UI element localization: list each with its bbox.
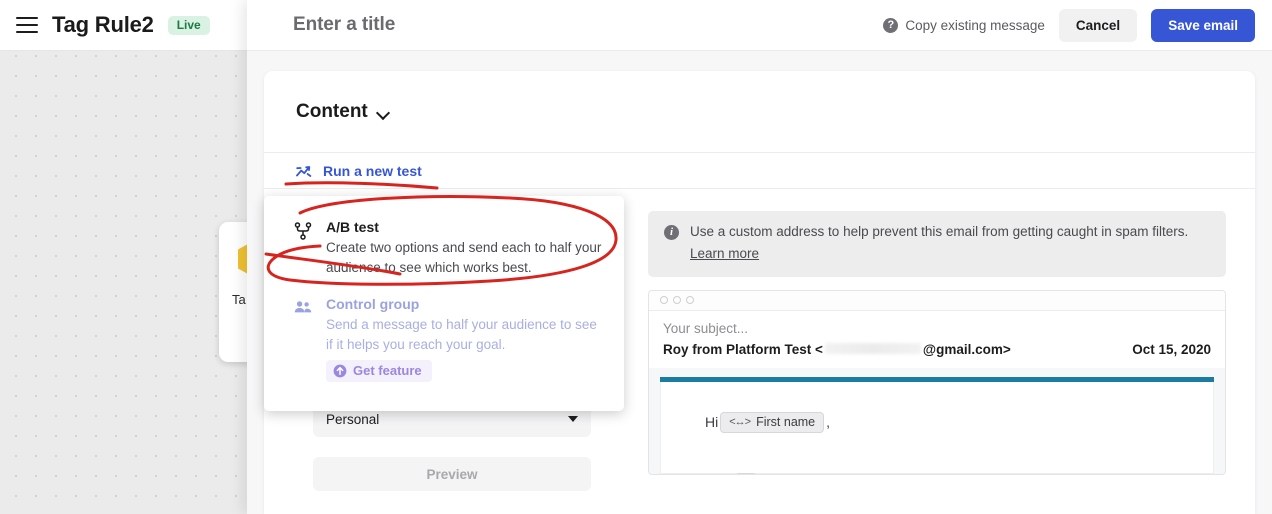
greeting-comma: ,: [826, 414, 831, 431]
subject-placeholder[interactable]: Your subject...: [649, 311, 1225, 336]
code-brackets-icon: <↔>: [729, 415, 751, 428]
run-test-dropdown-menu: A/B test Create two options and send eac…: [264, 196, 624, 411]
flow-node-label: Ta: [232, 292, 246, 307]
sender-select-value: Personal: [326, 411, 380, 427]
copy-existing-message-button[interactable]: ? Copy existing message: [883, 17, 1045, 33]
sender-form-column: Personal Preview: [313, 401, 591, 491]
sender-name: Roy from Platform Test <: [663, 341, 823, 357]
chevron-down-icon[interactable]: [378, 108, 389, 115]
save-email-button[interactable]: Save email: [1151, 8, 1255, 42]
redacted-email-part: [824, 342, 921, 354]
content-section-header: Content: [264, 71, 1255, 153]
preview-button[interactable]: Preview: [313, 457, 591, 491]
menu-item-control-group[interactable]: Control group Send a message to half you…: [264, 287, 624, 393]
email-preview-column: i Use a custom address to help prevent t…: [648, 211, 1226, 475]
run-a-new-test-label: Run a new test: [323, 163, 422, 179]
get-feature-badge[interactable]: Get feature: [326, 360, 432, 383]
app-header: Tag Rule2 Live: [0, 0, 264, 51]
sender-domain: @gmail.com>: [922, 341, 1011, 357]
greeting-row: Hi <↔> First name ,: [661, 382, 1213, 433]
flow-title: Tag Rule2: [52, 12, 154, 37]
copy-existing-message-label: Copy existing message: [905, 17, 1045, 33]
modal-topbar: Enter a title ? Copy existing message Ca…: [247, 0, 1272, 51]
sender-row: Roy from Platform Test < @gmail.com> Oct…: [649, 336, 1225, 368]
title-input[interactable]: Enter a title: [293, 14, 395, 36]
question-mark-icon: ?: [883, 17, 899, 33]
control-group-description: Send a message to half your audience to …: [326, 317, 597, 352]
control-group-title: Control group: [326, 296, 420, 313]
ab-test-title: A/B test: [326, 219, 379, 235]
split-branch-icon: [294, 222, 312, 240]
upgrade-arrow-icon: [333, 364, 347, 378]
content-heading: Content: [296, 100, 368, 122]
run-a-new-test-button[interactable]: Run a new test: [296, 163, 422, 179]
section-divider: [264, 188, 1255, 189]
send-date: Oct 15, 2020: [1132, 341, 1211, 357]
caret-down-icon: [568, 416, 578, 422]
ab-test-description: Create two options and send each to half…: [326, 240, 602, 275]
spam-banner-text: Use a custom address to help prevent thi…: [690, 224, 1189, 239]
hamburger-icon[interactable]: [16, 17, 38, 33]
spam-filter-info-banner: i Use a custom address to help prevent t…: [648, 211, 1226, 277]
merge-tag-label: First name: [756, 414, 816, 429]
email-preview-frame: Your subject... Roy from Platform Test <…: [648, 289, 1226, 475]
body-pointer-triangle: [737, 472, 755, 474]
trend-shuffle-icon: [296, 165, 312, 177]
cancel-button[interactable]: Cancel: [1058, 8, 1138, 42]
merge-tag-first-name[interactable]: <↔> First name: [720, 411, 825, 433]
learn-more-link[interactable]: Learn more: [690, 246, 759, 261]
get-feature-label: Get feature: [353, 363, 422, 379]
info-icon: i: [664, 225, 679, 240]
status-badge: Live: [167, 15, 210, 35]
email-body-wrapper: Hi <↔> First name ,: [649, 367, 1225, 474]
two-people-icon: [294, 301, 312, 313]
modal-actions: ? Copy existing message Cancel Save emai…: [883, 8, 1255, 42]
browser-dots-icon: [649, 290, 1225, 311]
menu-item-ab-test[interactable]: A/B test Create two options and send eac…: [264, 210, 624, 287]
email-body[interactable]: Hi <↔> First name ,: [660, 381, 1214, 474]
greeting-text: Hi: [705, 414, 719, 431]
